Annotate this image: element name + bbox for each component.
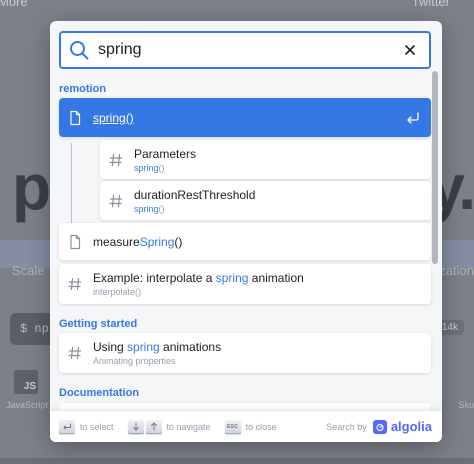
result-title: Using spring animations	[93, 340, 222, 354]
bg-js-icon: JS	[14, 370, 38, 394]
close-hint: to close	[245, 421, 277, 432]
algolia-link[interactable]: Search by algolia	[326, 419, 432, 434]
result-title: Parameters	[134, 146, 197, 161]
result-using-spring-animations[interactable]: Using spring animations Animating proper…	[59, 333, 431, 373]
bg-nav-twitter: Twitter	[411, 0, 450, 9]
result-duration-rest-threshold[interactable]: durationRestThreshold spring()	[100, 181, 431, 220]
result-subtitle: spring()	[134, 203, 165, 214]
result-parameters[interactable]: Parameters spring()	[100, 140, 431, 179]
bg-right-label: Sku	[458, 400, 474, 410]
bg-nav-more: More	[0, 0, 28, 9]
search-by-label: Search by	[326, 421, 367, 432]
hash-icon	[109, 194, 123, 207]
search-modal: remotion spring() Parameters spring	[50, 21, 442, 442]
bg-bottom-bar	[0, 458, 474, 464]
result-subtitle: Animating properties	[93, 356, 176, 366]
hash-icon	[109, 153, 123, 166]
result-title: measureSpring()	[93, 234, 183, 249]
search-bar	[59, 31, 431, 69]
section-title-getting-started: Getting started	[59, 318, 138, 330]
bg-subtitle-left: Scale	[12, 263, 45, 278]
arrow-down-key-icon	[127, 419, 144, 434]
hash-icon	[68, 277, 82, 291]
section-title-documentation: Documentation	[59, 387, 140, 399]
navigate-hint: to navigate	[166, 421, 211, 432]
result-spring[interactable]: spring()	[59, 98, 431, 137]
clear-search-button[interactable]	[397, 37, 423, 63]
select-hint: to select	[80, 421, 114, 432]
section-title-remotion: remotion	[59, 83, 107, 95]
search-footer: to select to navigate ESC to close Searc…	[50, 410, 442, 442]
escape-key-icon: ESC	[224, 419, 241, 434]
enter-key-icon	[59, 419, 75, 434]
search-icon	[70, 41, 89, 60]
bg-subtitle-right: ization	[436, 263, 474, 278]
search-results: remotion spring() Parameters spring() du…	[50, 77, 442, 416]
result-example-interpolate[interactable]: Example: interpolate a spring animation …	[59, 264, 431, 304]
arrow-up-key-icon	[145, 419, 162, 434]
enter-icon	[407, 111, 419, 124]
page-icon	[70, 110, 81, 125]
result-subtitle: interpolate()	[93, 287, 142, 297]
bg-js-label: JavaScript	[6, 400, 49, 410]
result-title: spring()	[93, 110, 134, 125]
result-subtitle: spring()	[134, 162, 165, 173]
results-scrollbar[interactable]	[432, 71, 438, 264]
hash-icon	[68, 346, 82, 360]
result-title: durationRestThreshold	[134, 187, 256, 202]
algolia-brand: algolia	[390, 419, 432, 434]
result-measure-spring[interactable]: measureSpring()	[59, 223, 431, 260]
tree-line	[71, 143, 83, 203]
bg-hero-text-left: p	[12, 151, 51, 223]
algolia-logo-icon	[372, 419, 387, 434]
close-icon	[405, 45, 415, 55]
page-icon	[70, 234, 81, 249]
search-input[interactable]	[98, 41, 397, 59]
result-title: Example: interpolate a spring animation	[93, 271, 304, 285]
